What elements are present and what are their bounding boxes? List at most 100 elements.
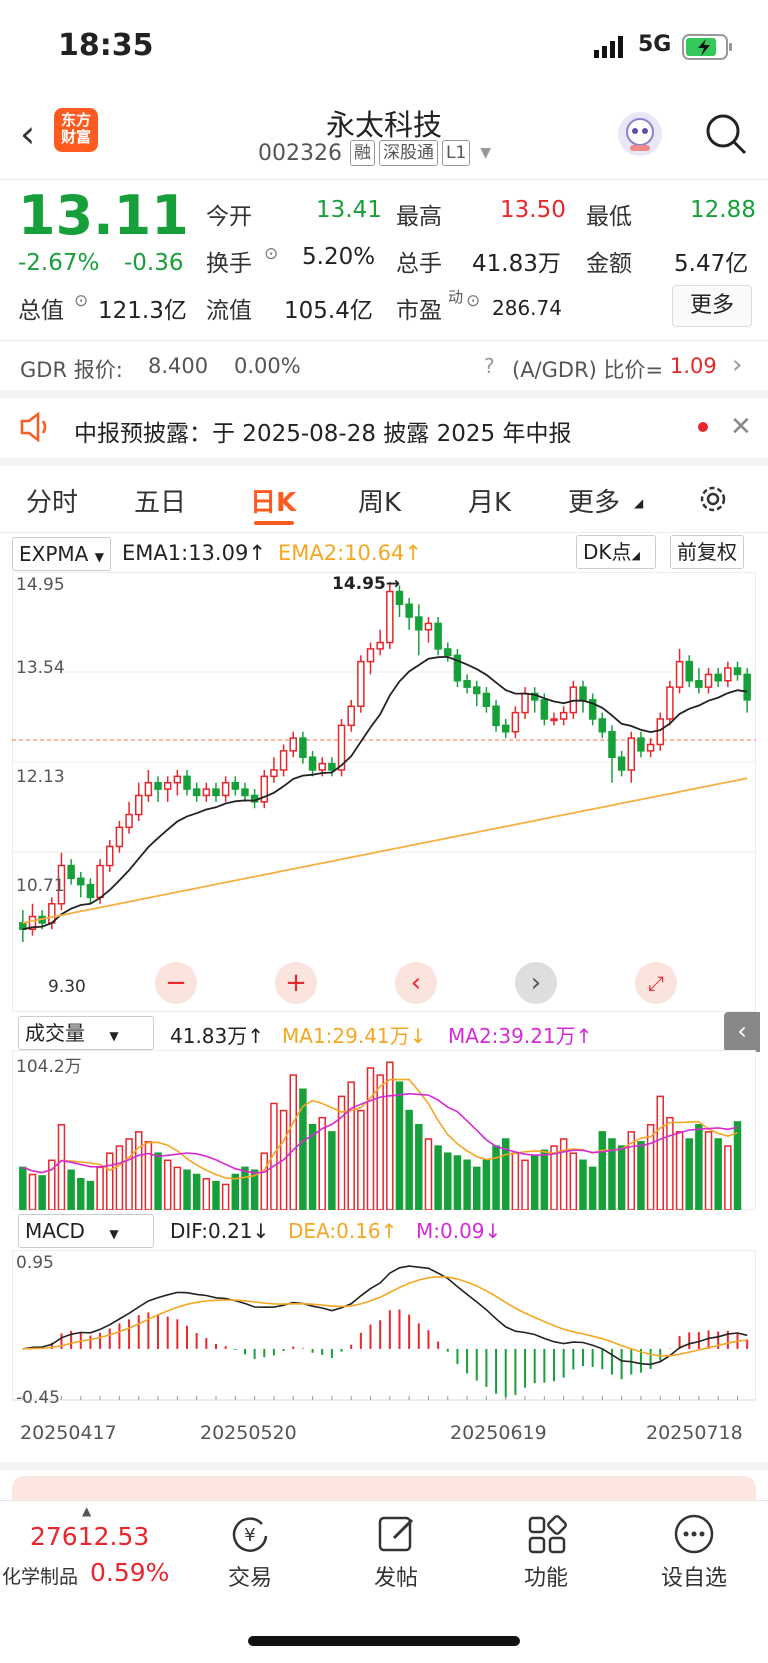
next-icon[interactable]: › [515, 962, 557, 1004]
stock-code-row[interactable]: 002326 融 深股通 L1 ▼ [258, 140, 491, 166]
info-icon-pe[interactable]: ⊙ [466, 291, 480, 311]
candle-body [685, 660, 693, 682]
volume-bar [260, 1152, 269, 1210]
status-time: 18:35 [58, 28, 154, 63]
chevron-right-icon[interactable]: › [732, 350, 742, 380]
more-dots-icon[interactable] [672, 1512, 716, 1560]
volume-bar [395, 1081, 404, 1210]
macd-dif: DIF:0.21↓ [170, 1219, 269, 1243]
tab-more-caret-icon: ◢ [634, 496, 644, 510]
info-icon-mcap[interactable]: ⊙ [74, 291, 88, 311]
nav-trade[interactable]: 交易 [210, 1560, 290, 1592]
volume-bar [733, 1121, 742, 1210]
candle-body [183, 775, 191, 790]
nav-watchlist[interactable]: 设自选 [646, 1560, 742, 1592]
macd-indicator-select[interactable]: MACD ▼ [18, 1214, 154, 1248]
candle-body [743, 673, 751, 701]
candle-body [347, 705, 355, 727]
zoom-in-icon[interactable]: + [275, 962, 317, 1004]
home-indicator [248, 1636, 520, 1646]
candle-body [308, 756, 317, 771]
volume-bar [347, 1081, 355, 1210]
collapse-icon[interactable]: ‹ [724, 1012, 760, 1052]
notice-text[interactable]: 中报预披露：于 2025-08-28 披露 2025 年中报 [74, 414, 571, 448]
gdr-label: GDR 报价: [20, 358, 123, 382]
volume-chart[interactable] [12, 1050, 756, 1210]
candle-body [424, 622, 433, 631]
change-value: -0.36 [124, 250, 184, 276]
current-price: 13.11 [18, 184, 189, 247]
dk-button[interactable]: DK点◢ [576, 535, 656, 569]
candle-body [386, 590, 394, 644]
gdr-pct: 0.00% [234, 354, 301, 378]
candle-body [221, 781, 230, 797]
volume-bar [463, 1159, 471, 1210]
tab-monthly-k[interactable]: 月K [468, 482, 511, 519]
function-grid-icon[interactable] [526, 1512, 570, 1560]
candle-body [550, 718, 558, 722]
dk-label: DK点 [583, 540, 632, 564]
search-icon[interactable] [704, 112, 748, 160]
y-label-max: 14.95 [16, 575, 65, 595]
index-value[interactable]: 27612.53 [30, 1522, 149, 1551]
volume-bar [695, 1124, 703, 1210]
trade-icon[interactable]: ¥ [228, 1512, 272, 1560]
nav-post[interactable]: 发帖 [356, 1560, 436, 1592]
post-icon[interactable] [376, 1512, 420, 1560]
candle-body [415, 616, 423, 631]
settings-gear-icon[interactable] [696, 482, 730, 520]
pe-sup: 动 [448, 288, 464, 306]
candle-body [96, 864, 104, 899]
robot-avatar-icon[interactable] [618, 112, 662, 156]
question-icon[interactable]: ? [484, 354, 495, 378]
section-gap-2 [0, 458, 768, 466]
adjust-button[interactable]: 前复权 [670, 535, 744, 569]
volume-indicator-label: 成交量 [25, 1021, 85, 1045]
candle-body [492, 705, 500, 727]
macd-chart[interactable] [12, 1250, 756, 1410]
candle-body [501, 724, 510, 733]
gdr-ratio-label: (A/GDR) 比价= [512, 358, 664, 382]
indicator-select-label: EXPMA [19, 542, 89, 566]
prev-icon[interactable]: ‹ [395, 962, 437, 1004]
candle-body [559, 711, 568, 720]
high-label: 最高 [396, 204, 442, 230]
ema1-value: EMA1:13.09 [122, 541, 249, 565]
candle-body [318, 762, 326, 771]
volume-bar [453, 1155, 462, 1210]
volume-bar [724, 1145, 732, 1210]
candle-body [366, 648, 375, 663]
tab-weekly-k[interactable]: 周K [358, 482, 401, 519]
speaker-icon [18, 410, 54, 448]
volume-bar [231, 1173, 240, 1210]
fullscreen-icon[interactable]: ⤢ [635, 962, 677, 1004]
tab-more[interactable]: 更多 [568, 482, 620, 519]
volume-indicator-select[interactable]: 成交量 ▼ [18, 1016, 154, 1050]
zoom-out-icon[interactable]: − [155, 962, 197, 1004]
volume-bar [28, 1173, 37, 1210]
volume-bar [511, 1152, 520, 1210]
notice-dot [698, 422, 708, 432]
candle-body [289, 737, 297, 752]
candle-body [617, 756, 626, 771]
candle-body [511, 711, 520, 733]
volume-bar [569, 1152, 578, 1210]
tab-five-day[interactable]: 五日 [134, 482, 186, 519]
close-icon[interactable]: ✕ [730, 412, 752, 442]
volume-bar [19, 1166, 27, 1210]
candle-body [77, 877, 85, 886]
macd-frame [12, 1250, 756, 1401]
tab-intraday[interactable]: 分时 [26, 482, 78, 519]
more-button[interactable]: 更多 [672, 285, 752, 327]
indicator-select[interactable]: EXPMA ▼ [12, 537, 111, 571]
info-icon[interactable]: ⊙ [264, 244, 278, 264]
dropdown-icon: ▼ [480, 145, 492, 161]
volume-bar [492, 1145, 500, 1210]
volume-bar [96, 1166, 104, 1210]
ema2-value: EMA2:10.64 [278, 541, 405, 565]
kline-chart[interactable] [12, 572, 756, 1012]
ema1-arrow-icon: ↑ [248, 541, 266, 565]
tab-daily-k[interactable]: 日K [250, 482, 296, 519]
section-gap [0, 390, 768, 398]
nav-function[interactable]: 功能 [506, 1560, 586, 1592]
